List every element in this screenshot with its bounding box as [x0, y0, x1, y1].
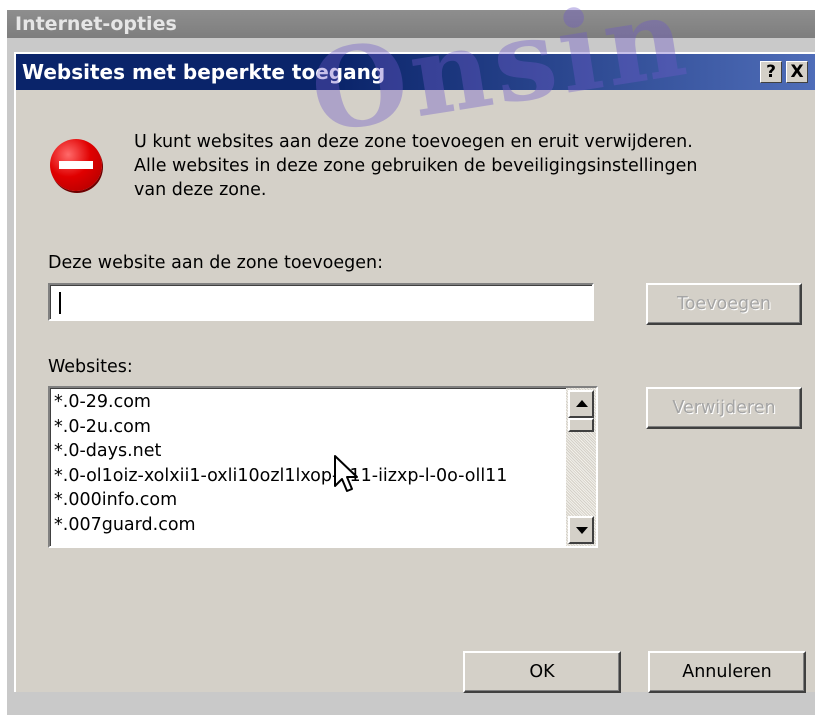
info-line: van deze zone.: [134, 180, 267, 200]
add-button[interactable]: Toevoegen: [646, 283, 802, 325]
arrow-up-icon: [576, 400, 588, 407]
info-line: U kunt websites aan deze zone toevoegen …: [134, 132, 693, 152]
dialog-titlebar[interactable]: Websites met beperkte toegang ? X: [16, 54, 815, 90]
vertical-scrollbar[interactable]: [566, 388, 596, 546]
scroll-down-button[interactable]: [568, 516, 594, 544]
list-item[interactable]: *.0-days.net: [54, 439, 559, 464]
list-item[interactable]: *.0-ol1oiz-xolxii1-oxli10ozl1lxop-l-11-i…: [54, 464, 559, 489]
close-button[interactable]: X: [786, 61, 808, 83]
list-item[interactable]: *.007guard.com: [54, 513, 559, 538]
websites-label: Websites:: [48, 357, 133, 377]
ok-button[interactable]: OK: [463, 651, 621, 693]
info-line: Alle websites in deze zone gebruiken de …: [134, 156, 698, 176]
outer-window-title: Internet-opties: [15, 13, 177, 35]
help-button[interactable]: ?: [760, 61, 782, 83]
scroll-up-button[interactable]: [568, 390, 594, 418]
add-site-field[interactable]: [56, 289, 576, 315]
remove-button[interactable]: Verwijderen: [646, 387, 802, 429]
list-item[interactable]: *.0-2u.com: [54, 415, 559, 440]
outer-window-titlebar: Internet-opties: [7, 10, 815, 38]
scroll-thumb[interactable]: [568, 418, 594, 432]
arrow-down-icon: [576, 527, 588, 534]
restricted-stop-icon: [50, 139, 102, 191]
list-item[interactable]: *.0-29.com: [54, 390, 559, 415]
mouse-pointer-icon: [334, 455, 358, 492]
add-site-label: Deze website aan de zone toevoegen:: [48, 253, 383, 273]
cancel-button[interactable]: Annuleren: [648, 651, 806, 693]
add-site-input[interactable]: [48, 283, 594, 321]
restricted-sites-dialog: Websites met beperkte toegang ? X U kunt…: [14, 52, 815, 693]
dialog-title: Websites met beperkte toegang: [22, 60, 386, 84]
info-text: U kunt websites aan deze zone toevoegen …: [134, 130, 794, 202]
websites-list[interactable]: *.0-29.com *.0-2u.com *.0-days.net *.0-o…: [48, 386, 598, 548]
list-item[interactable]: *.000info.com: [54, 488, 559, 513]
